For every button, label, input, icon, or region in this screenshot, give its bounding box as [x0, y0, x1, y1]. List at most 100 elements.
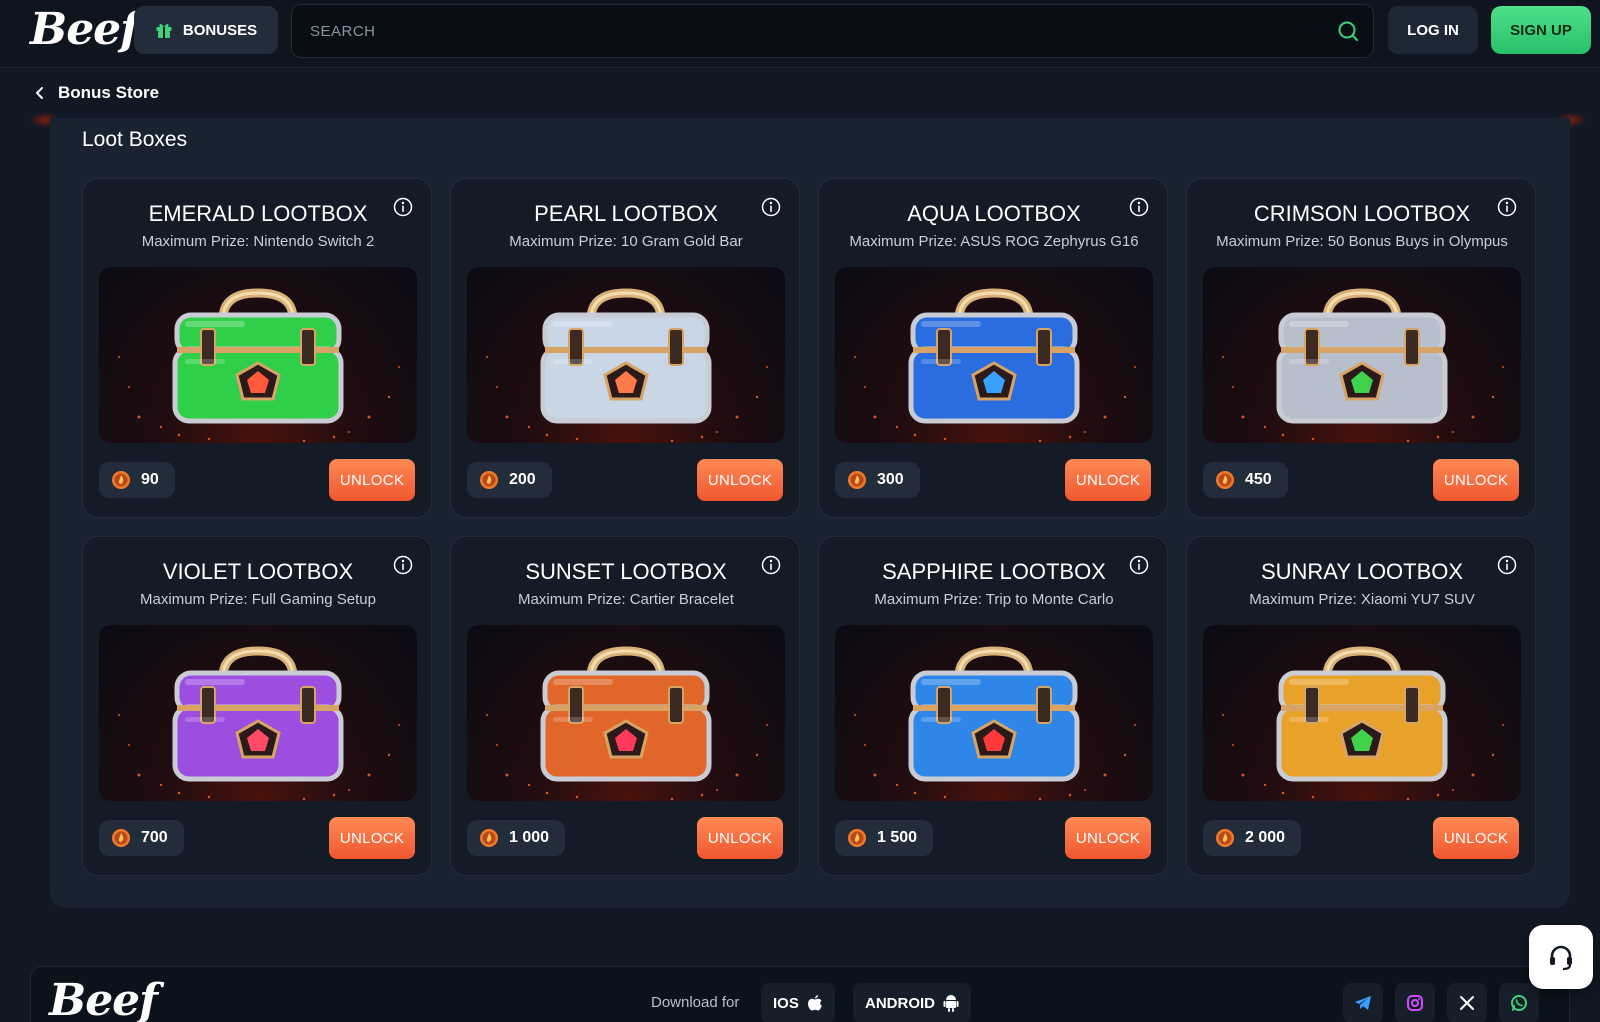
lootbox-title: PEARL LOOTBOX: [534, 201, 718, 226]
coin-icon: [480, 829, 498, 847]
coin-icon: [1216, 829, 1234, 847]
signup-button[interactable]: SIGN UP: [1491, 6, 1591, 54]
price-value: 300: [877, 471, 904, 488]
site-logo[interactable]: Beef: [30, 4, 139, 55]
price-value: 700: [141, 829, 168, 846]
info-icon[interactable]: [1497, 197, 1517, 217]
ios-download-button[interactable]: IOS: [761, 983, 835, 1022]
lootbox-image: [835, 267, 1153, 443]
lootbox-prize: Maximum Prize: Nintendo Switch 2: [141, 233, 375, 250]
lootbox-grid: EMERALD LOOTBOX Maximum Prize: Nintendo …: [82, 178, 1536, 876]
whatsapp-icon: [1511, 995, 1527, 1011]
info-icon[interactable]: [761, 197, 781, 217]
price-badge: 450: [1203, 462, 1288, 498]
login-button[interactable]: LOG IN: [1388, 6, 1478, 54]
lootbox-card: EMERALD LOOTBOX Maximum Prize: Nintendo …: [82, 178, 432, 518]
lootbox-title: SUNRAY LOOTBOX: [1260, 559, 1464, 584]
price-badge: 700: [99, 820, 184, 856]
info-icon[interactable]: [1497, 555, 1517, 575]
section-title: Loot Boxes: [82, 128, 188, 151]
bonuses-label: BONUSES: [182, 21, 258, 39]
android-icon: [943, 995, 959, 1012]
lootbox-chest-illustration: [854, 288, 1136, 443]
support-chat-button[interactable]: [1529, 925, 1593, 989]
search-input[interactable]: [310, 5, 1310, 57]
search-icon[interactable]: [1337, 20, 1359, 42]
lootbox-chest-illustration: [118, 288, 400, 443]
unlock-button[interactable]: UNLOCK: [1065, 459, 1151, 501]
gift-icon: [156, 23, 172, 38]
lootbox-image: [1203, 267, 1521, 443]
telegram-link[interactable]: [1343, 983, 1383, 1022]
footer-logo[interactable]: Beef: [49, 975, 158, 1022]
lootbox-title: SAPPHIRE LOOTBOX: [882, 559, 1106, 584]
whatsapp-link[interactable]: [1499, 983, 1539, 1022]
price-badge: 1 500: [835, 820, 934, 856]
price-value: 200: [509, 471, 536, 488]
android-label: ANDROID: [865, 994, 935, 1012]
lootbox-title: CRIMSON LOOTBOX: [1253, 201, 1471, 226]
price-badge: 1 000: [467, 820, 566, 856]
breadcrumb-label: Bonus Store: [58, 83, 160, 102]
unlock-button[interactable]: UNLOCK: [1433, 817, 1519, 859]
loot-boxes-panel: Loot Boxes EMERALD LOOTBOX Maximum Prize…: [50, 118, 1570, 908]
top-bar: Beef BONUSES LOG IN SIGN UP: [0, 0, 1600, 68]
lootbox-prize: Maximum Prize: Xiaomi YU7 SUV: [1249, 591, 1475, 608]
coin-icon: [112, 471, 130, 489]
android-download-button[interactable]: ANDROID: [853, 983, 971, 1022]
telegram-icon: [1355, 996, 1371, 1010]
lootbox-image: [1203, 625, 1521, 801]
info-icon[interactable]: [1129, 197, 1149, 217]
unlock-button[interactable]: UNLOCK: [1065, 817, 1151, 859]
info-icon[interactable]: [1129, 555, 1149, 575]
lootbox-chest-illustration: [1222, 646, 1504, 801]
coin-icon: [112, 829, 130, 847]
lootbox-card: SAPPHIRE LOOTBOX Maximum Prize: Trip to …: [818, 536, 1168, 876]
lootbox-chest-illustration: [854, 646, 1136, 801]
bonuses-button[interactable]: BONUSES: [134, 6, 278, 54]
info-icon[interactable]: [393, 197, 413, 217]
price-badge: 200: [467, 462, 552, 498]
lootbox-prize: Maximum Prize: 50 Bonus Buys in Olympus: [1216, 233, 1508, 250]
price-value: 2 000: [1245, 829, 1286, 846]
breadcrumb[interactable]: Bonus Store: [34, 80, 159, 106]
price-value: 1 500: [877, 829, 918, 846]
coin-icon: [1216, 471, 1234, 489]
headset-icon: [1550, 945, 1572, 971]
lootbox-card: PEARL LOOTBOX Maximum Prize: 10 Gram Gol…: [450, 178, 800, 518]
instagram-icon: [1407, 995, 1423, 1011]
unlock-button[interactable]: UNLOCK: [329, 459, 415, 501]
price-badge: 300: [835, 462, 920, 498]
price-value: 1 000: [509, 829, 550, 846]
lootbox-chest-illustration: [486, 646, 768, 801]
lootbox-prize: Maximum Prize: 10 Gram Gold Bar: [509, 233, 743, 250]
lootbox-chest-illustration: [118, 646, 400, 801]
info-icon[interactable]: [393, 555, 413, 575]
lootbox-image: [99, 625, 417, 801]
lootbox-image: [835, 625, 1153, 801]
unlock-button[interactable]: UNLOCK: [1433, 459, 1519, 501]
unlock-button[interactable]: UNLOCK: [329, 817, 415, 859]
lootbox-title: SUNSET LOOTBOX: [525, 559, 727, 584]
lootbox-title: VIOLET LOOTBOX: [162, 559, 354, 584]
price-value: 450: [1245, 471, 1272, 488]
footer: Beef Download for IOS ANDROID: [30, 966, 1570, 1022]
lootbox-card: SUNSET LOOTBOX Maximum Prize: Cartier Br…: [450, 536, 800, 876]
search-bar: [291, 4, 1374, 58]
coin-icon: [848, 829, 866, 847]
instagram-link[interactable]: [1395, 983, 1435, 1022]
chevron-left-icon: [36, 87, 43, 99]
unlock-button[interactable]: UNLOCK: [697, 459, 783, 501]
apple-icon: [807, 995, 822, 1011]
x-link[interactable]: [1447, 983, 1487, 1022]
lootbox-image: [99, 267, 417, 443]
lootbox-image: [467, 267, 785, 443]
unlock-button[interactable]: UNLOCK: [697, 817, 783, 859]
price-value: 90: [141, 471, 159, 488]
info-icon[interactable]: [761, 555, 781, 575]
coin-icon: [480, 471, 498, 489]
lootbox-chest-illustration: [1222, 288, 1504, 443]
ios-label: IOS: [773, 994, 799, 1012]
lootbox-card: CRIMSON LOOTBOX Maximum Prize: 50 Bonus …: [1186, 178, 1536, 518]
lootbox-card: AQUA LOOTBOX Maximum Prize: ASUS ROG Zep…: [818, 178, 1168, 518]
